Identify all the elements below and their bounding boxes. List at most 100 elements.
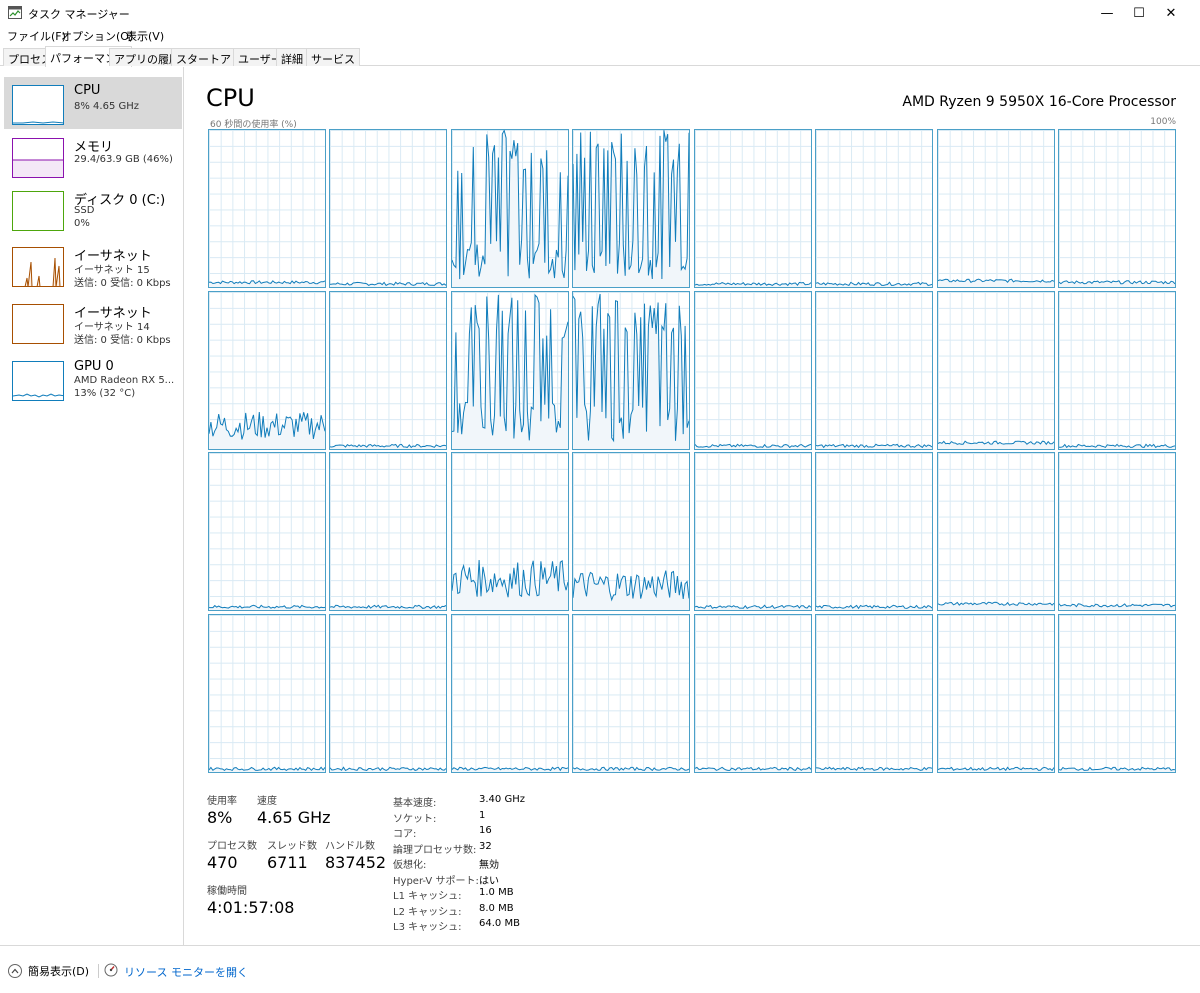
processor-name: AMD Ryzen 9 5950X 16-Core Processor [902, 94, 1176, 110]
spec-value: 3.40 GHz [479, 794, 525, 805]
compact-view-button[interactable]: 簡易表示(D) [8, 963, 89, 979]
core-graph [693, 452, 812, 612]
sidebar-item-gpu[interactable]: GPU 0 AMD Radeon RX 5... 13% (32 °C) [4, 353, 182, 405]
spec-key: L2 キャッシュ: [393, 906, 462, 918]
tab-details[interactable]: 詳細 [276, 48, 308, 66]
spec-key: Hyper-V サポート: [393, 875, 479, 887]
tab-services[interactable]: サービス [306, 48, 360, 66]
sidebar-item-memory[interactable]: メモリ 29.4/63.9 GB (46%) [4, 130, 182, 182]
window-title: タスク マネージャー [28, 8, 130, 21]
spec-key: 論理プロセッサ数: [393, 844, 477, 856]
core-graph [1058, 290, 1176, 450]
core-graph [572, 290, 691, 450]
core-graph [450, 129, 569, 288]
sidebar-item-disk[interactable]: ディスク 0 (C:) SSD 0% [4, 183, 182, 235]
core-graph [208, 452, 326, 612]
maximize-icon: ☐ [1133, 5, 1145, 21]
core-graph [329, 452, 448, 612]
sidebar-item-cpu[interactable]: CPU 8% 4.65 GHz [4, 77, 182, 129]
core-graph [329, 613, 448, 773]
process-count-value: 470 [207, 853, 238, 872]
spec-value: 16 [479, 825, 492, 836]
core-graph [936, 290, 1055, 450]
sidebar-item-ethernet-14[interactable]: イーサネット イーサネット 14 送信: 0 受信: 0 Kbps [4, 296, 182, 348]
usage-label: 使用率 [207, 796, 237, 807]
sidebar-item-detail: 13% (32 °C) [74, 388, 136, 399]
core-graph [815, 613, 934, 773]
sidebar-item-label: GPU 0 [74, 359, 114, 374]
core-graph [815, 129, 934, 288]
minimize-icon: — [1100, 5, 1114, 21]
spec-key: L1 キャッシュ: [393, 891, 462, 902]
footer-divider [98, 964, 99, 978]
compact-view-label: 簡易表示(D) [28, 965, 90, 978]
footer-bar: 簡易表示(D) リソース モニターを開く [0, 945, 1200, 993]
core-graph [450, 290, 569, 450]
sidebar-item-detail: 0% [74, 218, 90, 229]
spec-value: 1.0 MB [479, 887, 514, 898]
menu-bar: ファイル(F) オプション(O) 表示(V) [0, 26, 1200, 44]
gpu-thumbnail-graph [12, 361, 64, 401]
core-graph [208, 613, 326, 773]
core-graph [693, 613, 812, 773]
uptime-value: 4:01:57:08 [207, 898, 295, 917]
core-graph [572, 452, 691, 612]
core-graph [572, 129, 691, 288]
open-resource-monitor-link[interactable]: リソース モニターを開く [104, 963, 248, 980]
core-graph [1058, 613, 1176, 773]
core-graph [1058, 452, 1176, 612]
uptime-label: 稼働時間 [207, 886, 247, 897]
resource-sidebar: CPU 8% 4.65 GHz メモリ 29.4/63.9 GB (46%) デ… [0, 67, 184, 945]
core-graph [329, 290, 448, 450]
core-graph [572, 613, 691, 773]
ethernet-thumbnail-graph [12, 247, 64, 287]
spec-key: ソケット: [393, 813, 437, 825]
core-graph [936, 129, 1055, 288]
handle-count-label: ハンドル数 [325, 841, 375, 852]
thread-count-label: スレッド数 [267, 841, 317, 852]
cpu-thumbnail-graph [12, 85, 64, 125]
spec-value: 1 [479, 809, 486, 821]
resource-monitor-icon [104, 963, 118, 980]
title-bar: タスク マネージャー — ☐ ✕ [0, 0, 1200, 26]
spec-value: 64.0 MB [479, 918, 520, 929]
core-graph [815, 290, 934, 450]
handle-count-value: 837452 [325, 853, 387, 872]
sidebar-item-ethernet-15[interactable]: イーサネット イーサネット 15 送信: 0 受信: 0 Kbps [4, 239, 182, 291]
menu-view[interactable]: 表示(V) [126, 28, 164, 44]
graph-axis-max: 100% [1150, 117, 1176, 127]
spec-key: 仮想化: [393, 860, 427, 871]
close-icon: ✕ [1165, 5, 1177, 21]
sidebar-item-detail: AMD Radeon RX 5... [74, 375, 175, 386]
usage-value: 8% [207, 808, 233, 827]
menu-file[interactable]: ファイル(F) [7, 28, 66, 44]
page-title: CPU [206, 84, 255, 112]
disk-thumbnail-graph [12, 191, 64, 231]
sidebar-item-detail: 8% 4.65 GHz [74, 101, 140, 112]
tab-bar: プロセス パフォーマンス アプリの履歴 スタートアップ ユーザー 詳細 サービス [0, 46, 1200, 67]
core-graph [936, 452, 1055, 612]
speed-label: 速度 [257, 796, 277, 807]
ethernet-thumbnail-graph [12, 304, 64, 344]
process-count-label: プロセス数 [207, 841, 257, 852]
spec-value: 無効 [479, 860, 499, 871]
core-graph [936, 613, 1055, 773]
core-graph [329, 129, 448, 288]
spec-key: L3 キャッシュ: [393, 922, 462, 933]
sidebar-item-label: メモリ [74, 140, 114, 155]
core-graph [693, 290, 812, 450]
sidebar-item-detail: SSD [74, 205, 95, 216]
menu-options[interactable]: オプション(O) [61, 28, 133, 44]
speed-value: 4.65 GHz [257, 808, 331, 827]
core-graph [450, 613, 569, 773]
core-graph [208, 129, 326, 288]
spec-value: 8.0 MB [479, 902, 514, 914]
core-graph [815, 452, 934, 612]
sidebar-item-detail: 送信: 0 受信: 0 Kbps [74, 278, 171, 289]
sidebar-item-label: CPU [74, 83, 101, 98]
close-button[interactable]: ✕ [1148, 0, 1194, 26]
sidebar-item-detail: 29.4/63.9 GB (46%) [74, 154, 173, 165]
spec-key: コア: [393, 829, 417, 840]
spec-value: はい [479, 875, 499, 887]
sidebar-item-detail: 送信: 0 受信: 0 Kbps [74, 335, 171, 346]
